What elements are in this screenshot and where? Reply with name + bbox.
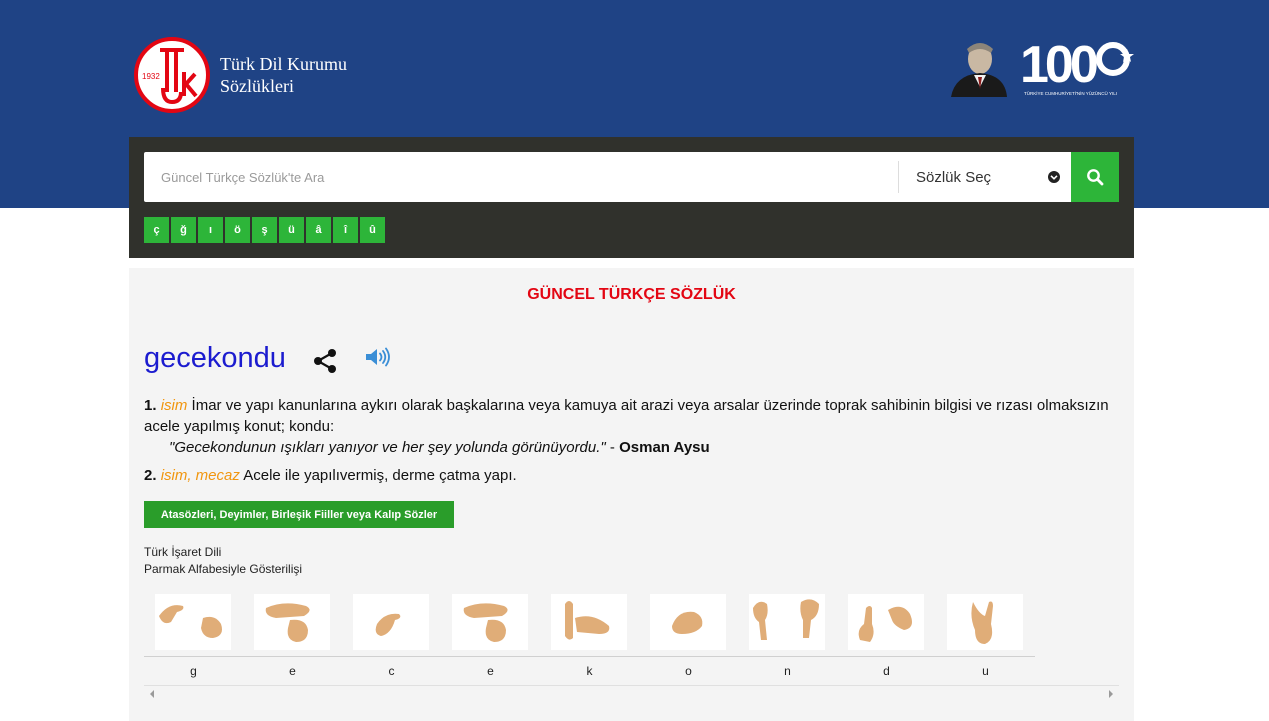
hand-k-image [551,594,627,650]
centennial-caption: TÜRKİYE CUMHURİYETİ'NİN YÜZÜNCÜ YILI [1024,90,1117,96]
search-button[interactable] [1071,152,1119,202]
finger-alphabet-strip: g e c e k o n d u [144,594,1035,678]
sign-title-line1: Türk İşaret Dili [144,545,222,559]
share-icon[interactable] [313,348,337,374]
definition-example: "Gecekondunun ışıkları yanıyor ve her şe… [144,437,1119,458]
sign-hand-image [540,594,639,654]
phrases-button[interactable]: Atasözleri, Deyimler, Birleşik Fiiller v… [144,501,454,528]
example-text: "Gecekondunun ışıkları yanıyor ve her şe… [169,439,606,456]
result-panel: GÜNCEL TÜRKÇE SÖZLÜK gecekondu 1. isim İ… [129,268,1134,721]
definition-type: isim, mecaz [160,467,240,484]
dictionary-select-label: Sözlük Seç [916,168,992,186]
dictionary-title: GÜNCEL TÜRKÇE SÖZLÜK [527,286,736,303]
entry-word: gecekondu [144,342,286,374]
scroll-left-arrow-icon[interactable] [148,689,156,699]
search-icon [1087,169,1104,186]
logo-year: 1932 [142,72,160,81]
definition-number: 1. [144,397,157,414]
sign-letter: o [685,664,692,678]
letter-button[interactable]: ğ [171,217,196,243]
centennial-100-logo: 100 TÜRKİYE CUMHURİYETİ'NİN YÜZÜNCÜ YILI [1020,36,1134,96]
hand-o-image [650,594,726,650]
sign-hand-image [837,594,936,654]
special-letters: ç ğ ı ö ş ü â î û [144,217,385,243]
sign-hand-image [342,594,441,654]
sign-letter: e [289,664,296,678]
sign-letter: e [487,664,494,678]
brand-line1: Türk Dil Kurumu [220,54,347,74]
hand-g-image [155,594,231,650]
ataturk-portrait-image [945,35,1011,97]
sign-letter: d [883,664,890,678]
sign-hand-image [639,594,738,654]
definition-item: 2. isim, mecaz Acele ile yapılıvermiş, d… [144,465,1119,486]
sign-letter: u [982,664,989,678]
search-input[interactable] [144,152,898,202]
letter-button[interactable]: û [360,217,385,243]
letter-button[interactable]: ı [198,217,223,243]
sign-language-title: Türk İşaret Dili Parmak Alfabesiyle Göst… [144,544,302,578]
search-panel: Sözlük Seç ç ğ ı ö ş ü â î û [129,137,1134,258]
hand-n-image [749,594,825,650]
hand-d-image [848,594,924,650]
letter-button[interactable]: ö [225,217,250,243]
sign-hand-image [441,594,540,654]
sign-letter: c [388,664,395,678]
sign-hand-image [144,594,243,654]
tdk-logo[interactable]: 1932 [133,36,211,114]
definitions: 1. isim İmar ve yapı kanunlarına aykırı … [144,395,1119,486]
sign-hand-image [738,594,837,654]
letter-button[interactable]: ş [252,217,277,243]
sign-letter: n [784,664,791,678]
brand-name[interactable]: Türk Dil Kurumu Sözlükleri [220,53,347,97]
hand-u-image [947,594,1023,650]
definition-number: 2. [144,467,157,484]
centennial-number: 100 [1020,36,1097,94]
letter-button[interactable]: ç [144,217,169,243]
definition-item: 1. isim İmar ve yapı kanunlarına aykırı … [144,395,1119,458]
search-box: Sözlük Seç [144,152,1071,202]
speaker-icon[interactable] [364,346,390,368]
scroll-right-arrow-icon[interactable] [1107,689,1115,699]
definition-type: isim [160,397,188,414]
sign-hand-image [243,594,342,654]
brand-line2: Sözlükleri [220,76,294,96]
example-separator: - [605,439,620,456]
sign-letter-row: g e c e k o n d u [144,664,1035,678]
sign-letter: g [190,664,197,678]
letter-button[interactable]: î [333,217,358,243]
sign-title-line2: Parmak Alfabesiyle Gösterilişi [144,562,303,576]
chevron-down-icon [1048,171,1060,183]
definition-text: Acele ile yapılıvermiş, derme çatma yapı… [243,467,517,484]
letter-button[interactable]: â [306,217,331,243]
dictionary-select[interactable]: Sözlük Seç [898,161,1071,193]
sign-letter: k [586,664,593,678]
hand-divider [144,656,1035,657]
example-author: Osman Aysu [619,439,710,456]
letter-button[interactable]: ü [279,217,304,243]
scroll-track [144,685,1119,686]
definition-text: İmar ve yapı kanunlarına aykırı olarak b… [144,397,1109,435]
sign-hand-image [936,594,1035,654]
hand-c-image [353,594,429,650]
hand-e-image [254,594,330,650]
hand-e2-image [452,594,528,650]
horizontal-scrollbar[interactable] [144,684,1119,702]
